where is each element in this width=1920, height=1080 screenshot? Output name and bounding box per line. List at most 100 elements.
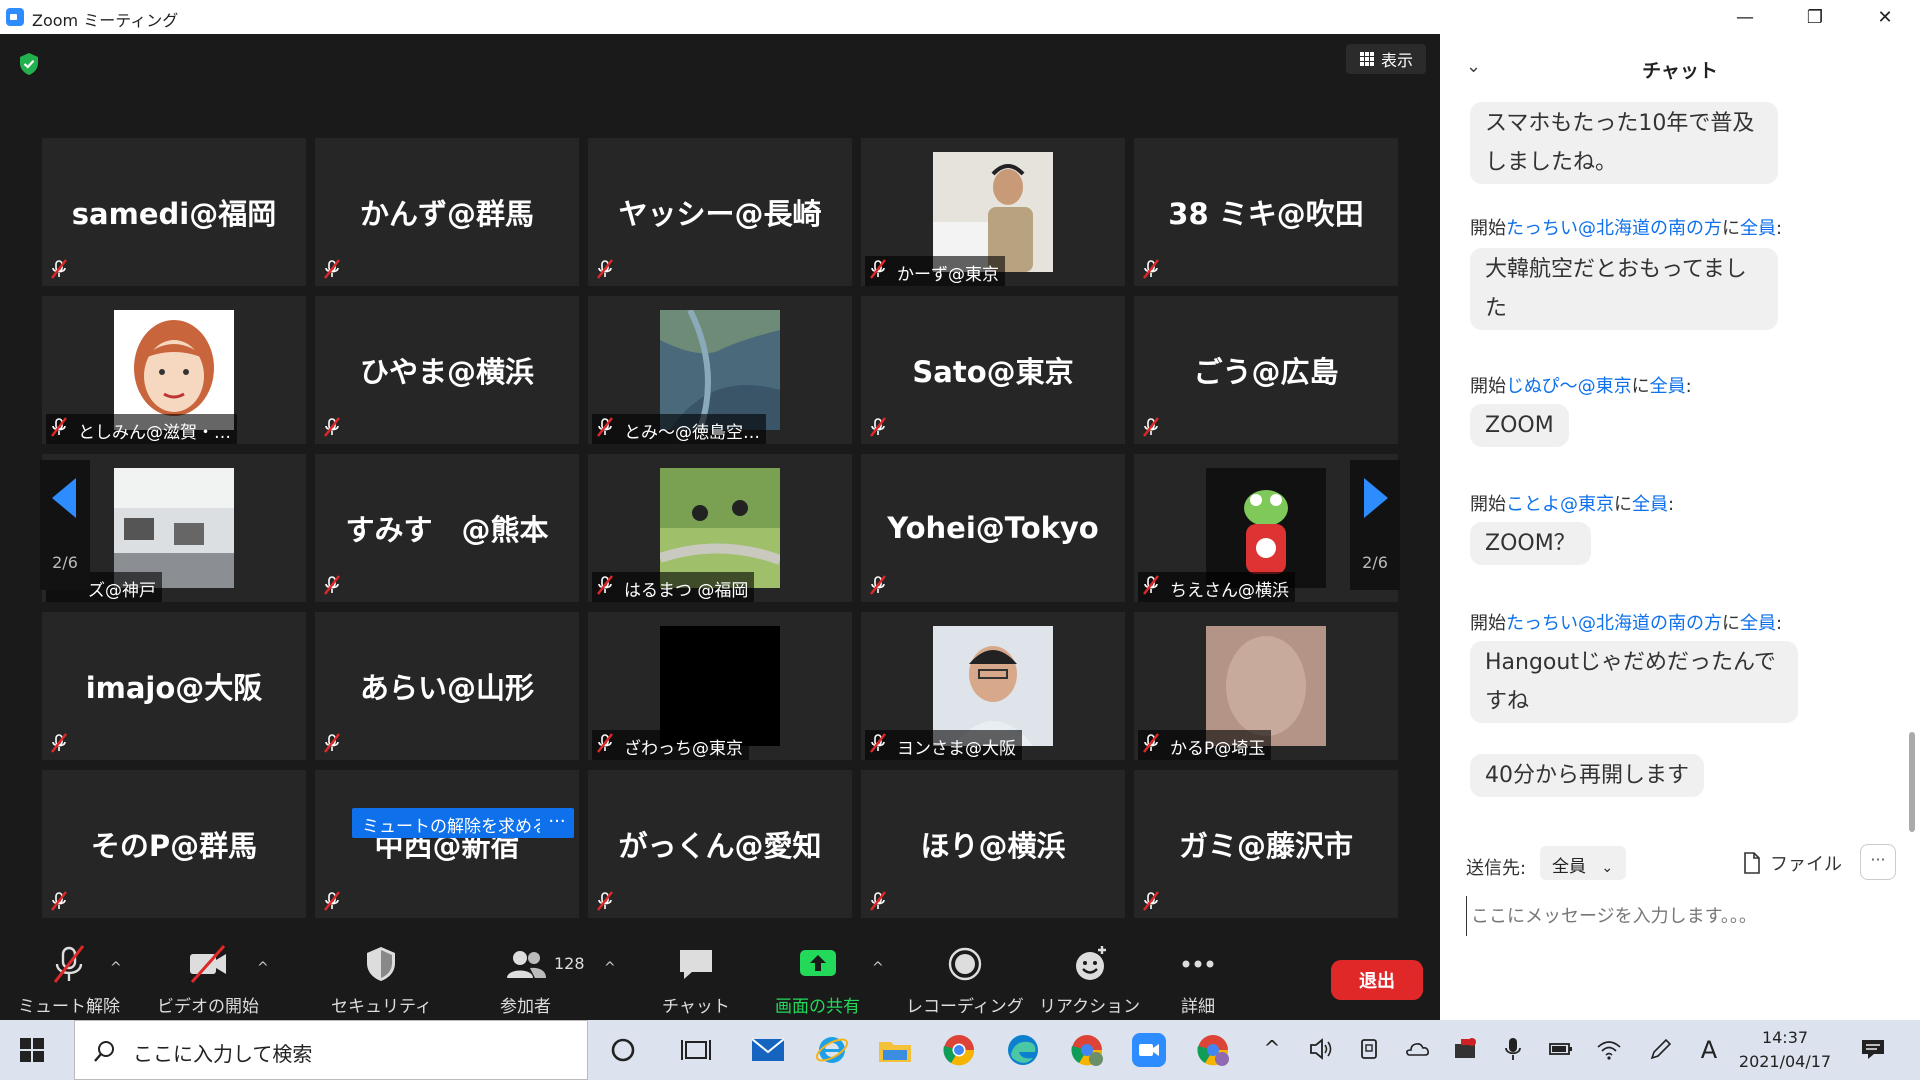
taskbar-search-box[interactable]: ここに入力して検索: [74, 1020, 588, 1080]
participant-tile[interactable]: とみ～@徳島空…: [588, 296, 852, 444]
windows-taskbar: ここに入力して検索 ^ A 14:37 2021/04/17: [0, 1020, 1920, 1080]
recipient-link[interactable]: 全員: [1740, 218, 1776, 239]
mic-muted-icon: [51, 417, 67, 437]
minimize-button[interactable]: —: [1710, 0, 1780, 34]
chat-button[interactable]: チャット: [662, 944, 730, 1020]
edge-icon[interactable]: [1005, 1032, 1041, 1068]
participant-tile[interactable]: ざわっち@東京: [588, 612, 852, 760]
internet-explorer-icon[interactable]: [814, 1032, 850, 1068]
windows-start-icon[interactable]: [20, 1038, 44, 1062]
participant-tile[interactable]: かーず@東京: [861, 138, 1125, 286]
arrow-right-icon: [1364, 478, 1388, 518]
security-button[interactable]: セキュリティ: [331, 944, 432, 1020]
participant-tile[interactable]: がっくん@愛知: [588, 770, 852, 918]
mic-muted-icon: [597, 417, 613, 437]
show-hidden-icons[interactable]: ^: [1259, 1036, 1285, 1062]
mic-muted-icon: [51, 891, 67, 911]
mic-muted-icon: [1143, 259, 1159, 279]
chat-scrollbar[interactable]: [1909, 732, 1915, 832]
close-button[interactable]: ✕: [1850, 0, 1920, 34]
participant-photo: [933, 152, 1053, 272]
participant-tile[interactable]: そのP@群馬: [42, 770, 306, 918]
notification-app-icon[interactable]: [1452, 1036, 1478, 1062]
participants-icon: [506, 951, 546, 978]
wifi-icon[interactable]: [1596, 1036, 1622, 1062]
taskbar-clock[interactable]: 14:37 2021/04/17: [1730, 1026, 1840, 1074]
sender-name-link[interactable]: ことよ@東京: [1506, 494, 1614, 515]
leave-button[interactable]: 退出: [1331, 960, 1423, 1000]
participant-tile[interactable]: ごう@広島: [1134, 296, 1398, 444]
start-video-button[interactable]: ビデオの開始: [157, 944, 259, 1020]
mail-icon[interactable]: [750, 1032, 786, 1068]
reaction-label: リアクション: [1039, 997, 1141, 1017]
file-explorer-icon[interactable]: [877, 1032, 913, 1068]
mic-muted-icon: [597, 733, 613, 753]
ime-indicator[interactable]: A: [1696, 1036, 1722, 1064]
recipient-link[interactable]: 全員: [1650, 376, 1686, 397]
participant-tile[interactable]: samedi@福岡: [42, 138, 306, 286]
share-options-caret-icon[interactable]: ^: [872, 960, 884, 976]
more-label: 詳細: [1181, 997, 1215, 1017]
zoom-taskbar-icon[interactable]: [1131, 1032, 1167, 1068]
reaction-button[interactable]: リアクション: [1039, 944, 1140, 1020]
battery-icon[interactable]: [1548, 1036, 1574, 1062]
participant-tile[interactable]: 中西@新宿: [315, 770, 579, 918]
encryption-shield-icon[interactable]: [18, 52, 40, 76]
view-button[interactable]: 表示: [1346, 44, 1426, 74]
participant-tile[interactable]: かんず@群馬: [315, 138, 579, 286]
pen-icon[interactable]: [1648, 1036, 1674, 1062]
chrome-profile-icon[interactable]: [1069, 1032, 1105, 1068]
more-button[interactable]: 詳細: [1176, 944, 1220, 1020]
onedrive-cloud-icon[interactable]: [1404, 1036, 1430, 1062]
file-button[interactable]: ファイル: [1742, 850, 1842, 876]
participant-tile[interactable]: あらい@山形: [315, 612, 579, 760]
device-icon[interactable]: [1356, 1036, 1382, 1062]
record-button[interactable]: レコーディング: [906, 944, 1024, 1020]
video-options-caret-icon[interactable]: ^: [257, 960, 269, 976]
participant-tile[interactable]: ヤッシー@長崎: [588, 138, 852, 286]
restore-button[interactable]: ❐: [1780, 0, 1850, 34]
mic-muted-icon: [597, 259, 613, 279]
recipient-link[interactable]: 全員: [1740, 613, 1776, 634]
chat-more-button[interactable]: ···: [1860, 844, 1896, 880]
participant-tile[interactable]: はるまつ @福岡: [588, 454, 852, 602]
next-page-button[interactable]: 2/6: [1350, 460, 1400, 590]
chat-sender: 開始じぬぴ～@東京に全員:: [1470, 376, 1692, 397]
participant-tile[interactable]: imajo@大阪: [42, 612, 306, 760]
cortana-icon[interactable]: [605, 1032, 641, 1068]
participant-tile[interactable]: ガミ@藤沢市: [1134, 770, 1398, 918]
chrome-icon[interactable]: [941, 1032, 977, 1068]
participant-tile[interactable]: かるP@埼玉: [1134, 612, 1398, 760]
chrome-profile-icon[interactable]: [1195, 1032, 1231, 1068]
microphone-tray-icon[interactable]: [1500, 1036, 1526, 1062]
participants-options-caret-icon[interactable]: ^: [604, 960, 616, 976]
sender-name-link[interactable]: たっちい@北海道の南の方: [1506, 218, 1722, 239]
chat-icon: [679, 950, 712, 979]
participant-tile[interactable]: ほり@横浜: [861, 770, 1125, 918]
recipient-select[interactable]: 全員 ⌄: [1540, 846, 1626, 880]
sender-name-link[interactable]: たっちい@北海道の南の方: [1506, 613, 1722, 634]
participant-tile[interactable]: Yohei@Tokyo: [861, 454, 1125, 602]
file-label: ファイル: [1770, 854, 1842, 875]
audio-options-caret-icon[interactable]: ^: [110, 960, 122, 976]
record-label: レコーディング: [906, 997, 1024, 1017]
participant-tile[interactable]: すみす @熊本: [315, 454, 579, 602]
participant-name: ヤッシー@長崎: [618, 197, 822, 231]
participant-tile[interactable]: ヨンさま@大阪: [861, 612, 1125, 760]
prev-page-button[interactable]: 2/6: [40, 460, 90, 590]
sender-name-link[interactable]: じぬぴ～@東京: [1506, 376, 1632, 397]
recipient-link[interactable]: 全員: [1632, 494, 1668, 515]
participant-tile[interactable]: Sato@東京: [861, 296, 1125, 444]
participant-tile[interactable]: 38 ミキ@吹田: [1134, 138, 1398, 286]
chat-message-input[interactable]: [1466, 896, 1896, 936]
unmute-more-button[interactable]: ···: [540, 808, 574, 838]
ask-to-unmute-button[interactable]: ミュートの解除を求める: [352, 808, 559, 838]
participants-button[interactable]: 参加者: [500, 944, 551, 1020]
volume-icon[interactable]: [1308, 1036, 1334, 1062]
task-view-icon[interactable]: [678, 1032, 714, 1068]
action-center-icon[interactable]: [1858, 1036, 1888, 1062]
participant-tile[interactable]: ひやま@横浜: [315, 296, 579, 444]
unmute-button[interactable]: ミュート解除: [18, 944, 120, 1020]
participant-tile[interactable]: としみん@滋賀・…: [42, 296, 306, 444]
share-screen-button[interactable]: 画面の共有: [775, 944, 860, 1020]
